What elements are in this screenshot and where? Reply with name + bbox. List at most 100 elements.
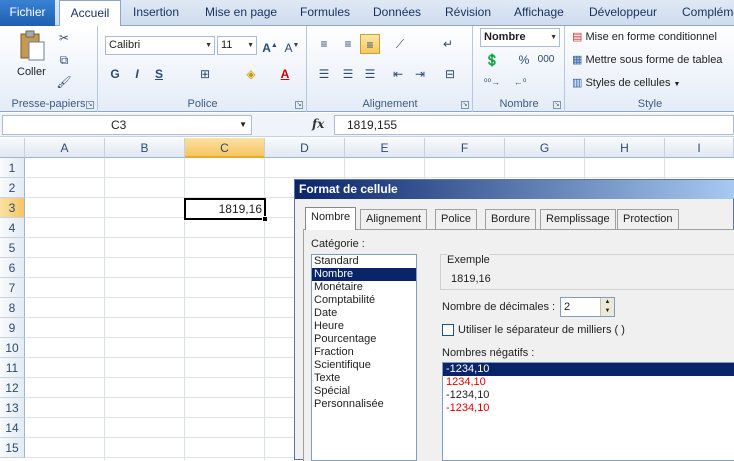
- row-header-8[interactable]: 8: [0, 298, 25, 318]
- italic-button[interactable]: I: [127, 64, 147, 84]
- category-list[interactable]: Standard Nombre Monétaire Comptabilité D…: [311, 254, 417, 461]
- row-header-1[interactable]: 1: [0, 158, 25, 178]
- row-header-10[interactable]: 10: [0, 338, 25, 358]
- cell-styles-button[interactable]: ▥ Styles de cellules ▼: [572, 76, 680, 89]
- tab-bordure[interactable]: Bordure: [485, 209, 537, 229]
- dialog-title[interactable]: Format de cellule: [295, 180, 734, 199]
- format-as-table-button[interactable]: ▦ Mettre sous forme de tablea: [572, 53, 722, 66]
- insert-function-button[interactable]: fx: [312, 117, 324, 131]
- thousands-separator-checkbox[interactable]: [442, 324, 454, 336]
- row-header-4[interactable]: 4: [0, 218, 25, 238]
- category-item-texte[interactable]: Texte: [312, 372, 416, 385]
- row-header-7[interactable]: 7: [0, 278, 25, 298]
- tab-complements[interactable]: Compléme: [682, 0, 734, 26]
- formula-input[interactable]: 1819,155: [334, 115, 734, 135]
- row-header-6[interactable]: 6: [0, 258, 25, 278]
- column-header-c[interactable]: C: [185, 138, 265, 158]
- alignment-launcher-icon[interactable]: ↘: [461, 101, 469, 109]
- tab-protection[interactable]: Protection: [617, 209, 679, 229]
- column-header-d[interactable]: D: [265, 138, 345, 158]
- category-item-personnalisee[interactable]: Personnalisée: [312, 398, 416, 411]
- column-header-f[interactable]: F: [425, 138, 505, 158]
- font-launcher-icon[interactable]: ↘: [295, 101, 303, 109]
- decrease-indent-icon[interactable]: ⇤: [388, 64, 408, 84]
- fill-color-icon[interactable]: ◈: [241, 64, 261, 84]
- negative-format-item[interactable]: 1234,10: [443, 376, 734, 389]
- row-header-5[interactable]: 5: [0, 238, 25, 258]
- negative-format-item[interactable]: -1234,10: [443, 402, 734, 415]
- align-top-icon[interactable]: ≡: [314, 34, 334, 54]
- category-item-pourcentage[interactable]: Pourcentage: [312, 333, 416, 346]
- negative-numbers-list[interactable]: -1234,10 1234,10 -1234,10 -1234,10: [442, 362, 734, 461]
- tab-mise-en-page[interactable]: Mise en page: [205, 0, 277, 26]
- row-header-3[interactable]: 3: [0, 198, 25, 218]
- align-right-icon[interactable]: ☰: [360, 64, 380, 84]
- thousands-separator-label[interactable]: Utiliser le séparateur de milliers ( ): [458, 324, 625, 336]
- column-header-i[interactable]: I: [665, 138, 734, 158]
- merge-center-icon[interactable]: ⊟: [440, 64, 460, 84]
- row-header-12[interactable]: 12: [0, 378, 25, 398]
- format-painter-icon[interactable]: 🖌: [54, 72, 74, 92]
- percent-button[interactable]: %: [514, 50, 534, 70]
- tab-revision[interactable]: Révision: [445, 0, 491, 26]
- tab-nombre[interactable]: Nombre: [305, 207, 357, 230]
- negative-format-item[interactable]: -1234,10: [443, 389, 734, 402]
- conditional-formatting-button[interactable]: ▤ Mise en forme conditionnel: [572, 30, 717, 43]
- tab-accueil[interactable]: Accueil: [59, 0, 121, 27]
- shrink-font-icon[interactable]: A▼: [282, 36, 302, 56]
- tab-donnees[interactable]: Données: [373, 0, 421, 26]
- number-launcher-icon[interactable]: ↘: [553, 101, 561, 109]
- align-bottom-icon[interactable]: ≡: [360, 34, 380, 54]
- selected-cell-c3[interactable]: 1819,16: [184, 198, 268, 222]
- select-all-corner[interactable]: [0, 138, 25, 158]
- clipboard-launcher-icon[interactable]: ↘: [86, 101, 94, 109]
- underline-button[interactable]: S: [149, 64, 169, 84]
- cut-icon[interactable]: ✂: [54, 28, 74, 48]
- decimals-spinner[interactable]: 2 ▲ ▼: [560, 297, 615, 317]
- bold-button[interactable]: G: [105, 64, 125, 84]
- row-header-13[interactable]: 13: [0, 398, 25, 418]
- spinner-arrows-icon[interactable]: ▲ ▼: [600, 298, 614, 316]
- tab-remplissage[interactable]: Remplissage: [540, 209, 616, 229]
- category-item-heure[interactable]: Heure: [312, 320, 416, 333]
- currency-icon[interactable]: 💲: [482, 50, 502, 70]
- tab-insertion[interactable]: Insertion: [133, 0, 179, 26]
- decrease-decimal-icon[interactable]: ←⁰: [510, 72, 530, 92]
- wrap-text-icon[interactable]: ↵: [438, 34, 458, 54]
- tab-police[interactable]: Police: [435, 209, 477, 229]
- column-header-e[interactable]: E: [345, 138, 425, 158]
- align-middle-icon[interactable]: ≡: [338, 34, 358, 54]
- category-item-comptabilite[interactable]: Comptabilité: [312, 294, 416, 307]
- row-header-2[interactable]: 2: [0, 178, 25, 198]
- grow-font-icon[interactable]: A▲: [260, 36, 280, 56]
- column-header-a[interactable]: A: [25, 138, 105, 158]
- paste-icon[interactable]: [18, 30, 46, 62]
- category-item-fraction[interactable]: Fraction: [312, 346, 416, 359]
- row-header-11[interactable]: 11: [0, 358, 25, 378]
- row-header-14[interactable]: 14: [0, 418, 25, 438]
- column-header-h[interactable]: H: [585, 138, 665, 158]
- tab-alignement[interactable]: Alignement: [360, 209, 428, 229]
- fill-handle[interactable]: [262, 216, 268, 222]
- tab-affichage[interactable]: Affichage: [514, 0, 564, 26]
- copy-icon[interactable]: ⧉: [54, 50, 74, 70]
- negative-format-item[interactable]: -1234,10: [443, 363, 734, 376]
- category-item-monetaire[interactable]: Monétaire: [312, 281, 416, 294]
- font-name-combo[interactable]: Calibri ▼: [105, 36, 215, 55]
- increase-indent-icon[interactable]: ⇥: [410, 64, 430, 84]
- category-item-nombre[interactable]: Nombre: [312, 268, 416, 281]
- font-size-combo[interactable]: 11 ▼: [217, 36, 257, 55]
- borders-icon[interactable]: ⊞: [195, 64, 215, 84]
- increase-decimal-icon[interactable]: ⁰⁰→: [482, 72, 502, 92]
- align-left-icon[interactable]: ☰: [314, 64, 334, 84]
- name-box[interactable]: C3 ▼: [2, 115, 252, 135]
- orientation-icon[interactable]: ⟋: [390, 34, 410, 54]
- column-header-g[interactable]: G: [505, 138, 585, 158]
- row-header-15[interactable]: 15: [0, 438, 25, 458]
- row-header-9[interactable]: 9: [0, 318, 25, 338]
- thousands-button[interactable]: 000: [536, 50, 556, 70]
- category-item-date[interactable]: Date: [312, 307, 416, 320]
- category-item-scientifique[interactable]: Scientifique: [312, 359, 416, 372]
- category-item-standard[interactable]: Standard: [312, 255, 416, 268]
- font-color-icon[interactable]: A: [275, 64, 295, 84]
